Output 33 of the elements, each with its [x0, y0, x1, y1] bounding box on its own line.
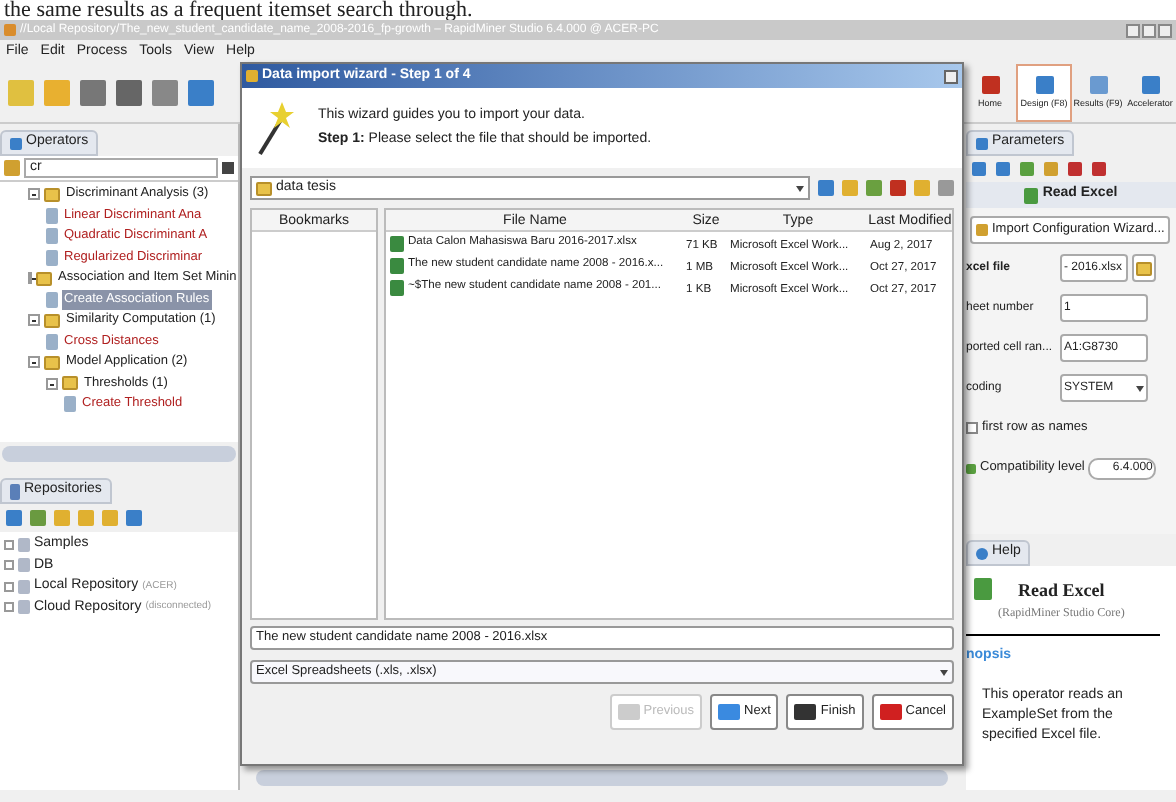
perspective-icon: [981, 75, 999, 94]
folder-icon: [1136, 261, 1152, 275]
folder-icon: [44, 187, 60, 202]
toolbar-icon: [188, 80, 214, 106]
minimize-button[interactable]: [1126, 23, 1140, 37]
collapse-toggle[interactable]: [28, 188, 40, 201]
caret-icon: [1136, 385, 1144, 391]
perspective-icon: [1035, 75, 1053, 94]
collapse-toggle[interactable]: [28, 314, 40, 327]
browse-button[interactable]: [1132, 254, 1156, 282]
collapse-toggle[interactable]: [28, 356, 40, 369]
checkbox[interactable]: [966, 422, 978, 434]
toolbar-icon: [152, 80, 178, 106]
perspective-icon: [1141, 75, 1159, 94]
folder-icon: [256, 181, 272, 195]
toolbar-icon: [80, 80, 106, 106]
help-title: Read Excel: [1018, 578, 1105, 604]
horizontal-scrollbar[interactable]: [256, 770, 948, 786]
maximize-button[interactable]: [1142, 23, 1156, 37]
toolbar-icon: [8, 80, 34, 106]
toolbar-icon: [116, 80, 142, 106]
folder-icon: [44, 313, 60, 328]
toolbar-icon: [44, 80, 70, 106]
caret-icon: [796, 185, 804, 191]
caret-icon: [940, 669, 948, 675]
perspective-icon: [1089, 75, 1107, 94]
folder-icon: [36, 271, 52, 286]
close-button[interactable]: [1158, 23, 1172, 37]
document-text: the same results as a frequent itemset search through.: [4, 0, 473, 20]
collapse-toggle[interactable]: [46, 377, 58, 390]
horizontal-scrollbar[interactable]: [2, 446, 236, 462]
help-icon: [976, 547, 988, 559]
close-button[interactable]: [944, 69, 958, 83]
